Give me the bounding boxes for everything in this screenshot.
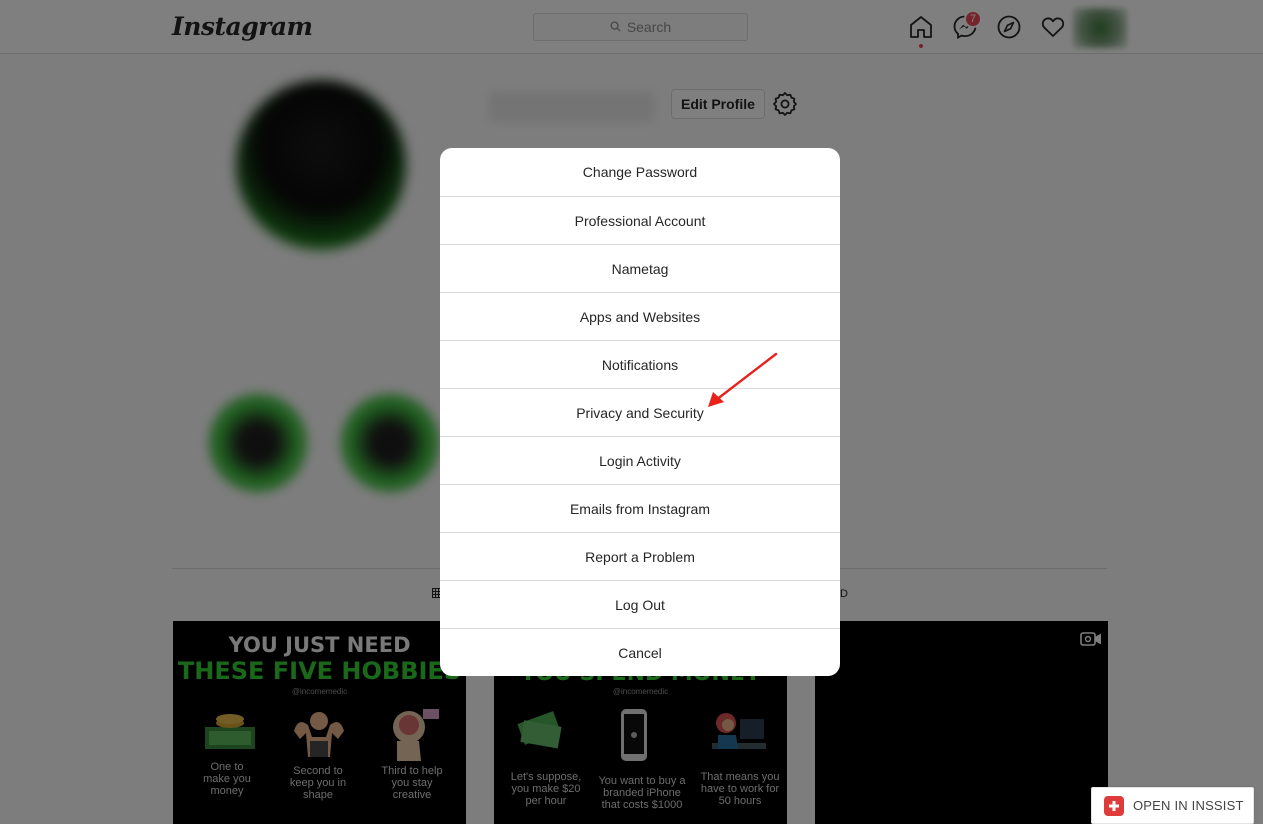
change-password-option[interactable]: Change Password — [440, 148, 840, 196]
cancel-option[interactable]: Cancel — [440, 628, 840, 676]
annotation-arrow-icon — [700, 350, 780, 412]
emails-from-instagram-option[interactable]: Emails from Instagram — [440, 484, 840, 532]
notifications-option[interactable]: Notifications — [440, 340, 840, 388]
login-activity-option[interactable]: Login Activity — [440, 436, 840, 484]
professional-account-option[interactable]: Professional Account — [440, 196, 840, 244]
nametag-option[interactable]: Nametag — [440, 244, 840, 292]
settings-modal: Change Password Professional Account Nam… — [440, 148, 840, 676]
open-in-inssist-button[interactable]: OPEN IN INSSIST — [1091, 787, 1254, 824]
inssist-plus-icon — [1104, 795, 1124, 816]
privacy-and-security-option[interactable]: Privacy and Security — [440, 388, 840, 436]
inssist-label: OPEN IN INSSIST — [1133, 798, 1244, 813]
log-out-option[interactable]: Log Out — [440, 580, 840, 628]
apps-and-websites-option[interactable]: Apps and Websites — [440, 292, 840, 340]
report-a-problem-option[interactable]: Report a Problem — [440, 532, 840, 580]
